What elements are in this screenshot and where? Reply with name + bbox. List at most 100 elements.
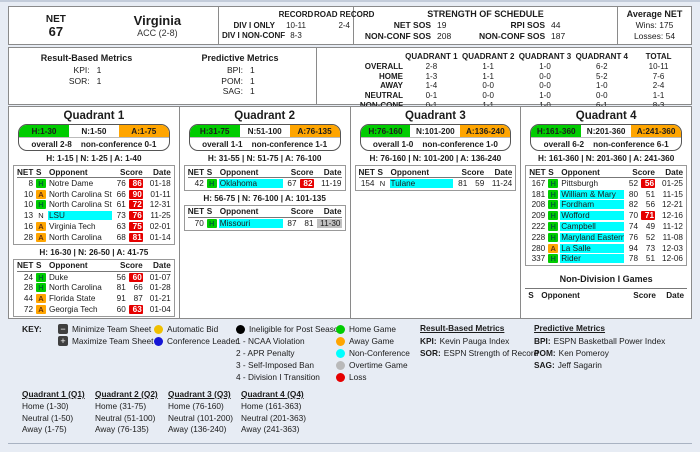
opponent-score: 90 xyxy=(129,190,143,199)
game-net-rank: 209 xyxy=(529,211,545,220)
quadrant-definitions: Quadrant 1 (Q1)Home (1-30)Neutral (1-50)… xyxy=(8,389,692,436)
game-net-rank: 42 xyxy=(188,179,204,188)
home-range: H:161-360 xyxy=(531,125,581,137)
game-site: A xyxy=(36,222,48,231)
game-opponent: Rider xyxy=(560,254,624,263)
record-header: RECORD xyxy=(278,10,314,21)
home-badge: H xyxy=(548,200,558,209)
game-date: 11-15 xyxy=(658,190,683,199)
quad-summary-value: 1-0 xyxy=(517,62,574,72)
quadrant-definition-line: Neutral (51-100) xyxy=(95,413,168,425)
key-game-dots-column: Home GameAway GameNon-ConferenceOvertime… xyxy=(336,323,420,383)
home-badge: H xyxy=(36,283,46,292)
non-conference-dot xyxy=(336,349,345,358)
game-site: H xyxy=(548,200,560,209)
key-item: Overtime Game xyxy=(336,359,420,371)
col-opponent: Opponent xyxy=(48,168,112,177)
col-net: NET xyxy=(17,168,33,177)
game-date: 01-28 xyxy=(146,283,171,292)
result-based-metrics: Result-Based Metrics KPI: 1 SOR: 1 xyxy=(9,48,164,104)
quadrant-2-header: QUADRANT 2 xyxy=(460,52,517,62)
quad-summary-row-label: OVERALL xyxy=(317,62,403,72)
col-site: S xyxy=(36,168,48,177)
game-opponent: Missouri xyxy=(219,219,283,228)
team-score: 80 xyxy=(624,190,638,199)
game-net-rank: 13 xyxy=(17,211,33,220)
games-table: NETSOpponentScoreDate167HPittsburgh52560… xyxy=(525,165,687,266)
home-badge: H xyxy=(548,222,558,231)
opponent-score: 56 xyxy=(641,200,655,209)
bpi-value: 1 xyxy=(243,65,255,76)
quadrant-sections: H: 31-55 | N: 51-75 | A: 76-100 NETSOppon… xyxy=(184,154,346,231)
quadrant-definition-line: Neutral (101-200) xyxy=(168,413,241,425)
div1-nonconf-record: 8-3 xyxy=(278,31,314,42)
neutral-range: N:201-360 xyxy=(581,125,631,137)
game-date: 11-08 xyxy=(658,233,683,242)
game-site: N xyxy=(378,179,390,188)
quad-summary-value: 1-1 xyxy=(460,72,517,82)
game-date: 12-06 xyxy=(658,254,683,263)
quadrant-title: Quadrant 1 xyxy=(13,110,175,122)
game-opponent: Fordham xyxy=(560,200,624,209)
team-identity-cell: NET 67 Virginia ACC (2-8) xyxy=(9,7,219,44)
quad-summary-value: 0-0 xyxy=(460,91,517,101)
game-opponent: North Carolina xyxy=(48,283,112,292)
key-item-label: Ineligible for Post Season xyxy=(249,324,343,334)
game-site: H xyxy=(548,211,560,220)
away-range: A:1-75 xyxy=(119,125,169,137)
metrics-panel: Result-Based Metrics KPI: 1 SOR: 1 Predi… xyxy=(8,47,692,105)
key-sheet-column: −Minimize Team Sheet+Maximize Team Sheet xyxy=(58,323,154,383)
quad-summary-value: 1-4 xyxy=(403,81,460,91)
game-row: 280ALa Salle947312-03 xyxy=(529,243,683,254)
quad-summary-value: 6-2 xyxy=(573,62,630,72)
quadrant-ranges-pill: H:161-360 N:201-360 A:241-360 overall 6-… xyxy=(530,124,682,151)
net-sos-label: NET SOS xyxy=(357,20,437,31)
game-row: 228HMaryland Eastern Shore765211-08 xyxy=(529,232,683,243)
key-item: Automatic Bid xyxy=(154,323,236,335)
game-opponent: Georgia Tech xyxy=(48,305,112,314)
quad-summary-value: 0-0 xyxy=(517,72,574,82)
neutral-range: N:101-200 xyxy=(410,125,460,137)
game-net-rank: 280 xyxy=(529,244,545,253)
game-row: 24HDuke566001-07 xyxy=(17,272,171,283)
quadrant-definition-line: Home (161-363) xyxy=(241,401,314,413)
non-div1-games-table: S Opponent Score Date xyxy=(525,288,687,318)
key-note: 3 - Self-Imposed Ban xyxy=(236,359,336,371)
key-ineligible-column: Ineligible for Post Season1 - NCAA Viola… xyxy=(236,323,336,383)
team-name-block: Virginia ACC (2-8) xyxy=(134,13,181,38)
loss-dot xyxy=(336,373,345,382)
quad-summary-value: 5-2 xyxy=(573,72,630,82)
opponent-score: 52 xyxy=(641,233,655,242)
opponent-score: 81 xyxy=(300,219,314,228)
col-date: Date xyxy=(146,261,171,270)
range-subheader: H: 31-55 | N: 51-75 | A: 76-100 xyxy=(184,154,346,163)
quadrant-3-panel: Quadrant 3 H:76-160 N:101-200 A:136-240 … xyxy=(351,107,522,318)
game-date: 11-24 xyxy=(487,179,512,188)
quadrant-overall-record: overall 1-1 xyxy=(202,140,243,149)
key-item: Loss xyxy=(336,371,420,383)
quadrant-title: Quadrant 4 xyxy=(525,110,687,122)
key-item-label: Away Game xyxy=(349,336,394,346)
game-date: 11-12 xyxy=(658,222,683,231)
quadrant-definition-title: Quadrant 3 (Q3) xyxy=(168,389,241,399)
quadrant-nonconf-record: non-conference 6-1 xyxy=(593,140,669,149)
game-date: 01-18 xyxy=(146,179,171,188)
away-badge: A xyxy=(36,222,46,231)
game-net-rank: 28 xyxy=(17,233,33,242)
quadrant-ranges-pill: H:1-30 N:1-50 A:1-75 overall 2-8 non-con… xyxy=(18,124,170,151)
games-table: NETSOpponentScoreDate70HMissouri878111-3… xyxy=(184,205,346,231)
metric-desc: Jeff Sagarin xyxy=(558,360,602,370)
quadrant-nonconf-record: non-conference 0-1 xyxy=(81,140,157,149)
quadrant-sections: H: 161-360 | N: 201-360 | A: 241-360NETS… xyxy=(525,154,687,266)
game-row: 10HNorth Carolina State617212-31 xyxy=(17,200,171,211)
game-net-rank: 181 xyxy=(529,190,545,199)
metric-desc: ESPN Basketball Power Index xyxy=(554,336,666,346)
game-opponent: North Carolina xyxy=(48,233,112,242)
game-row: 209HWofford707112-16 xyxy=(529,210,683,221)
home-game-dot xyxy=(336,325,345,334)
overtime-game-dot xyxy=(336,361,345,370)
home-badge: H xyxy=(36,200,46,209)
game-row: 337HRider785112-06 xyxy=(529,254,683,265)
team-score: 94 xyxy=(624,244,638,253)
quadrant-sections: H: 76-160 | N: 101-200 | A: 136-240NETSO… xyxy=(355,154,517,191)
